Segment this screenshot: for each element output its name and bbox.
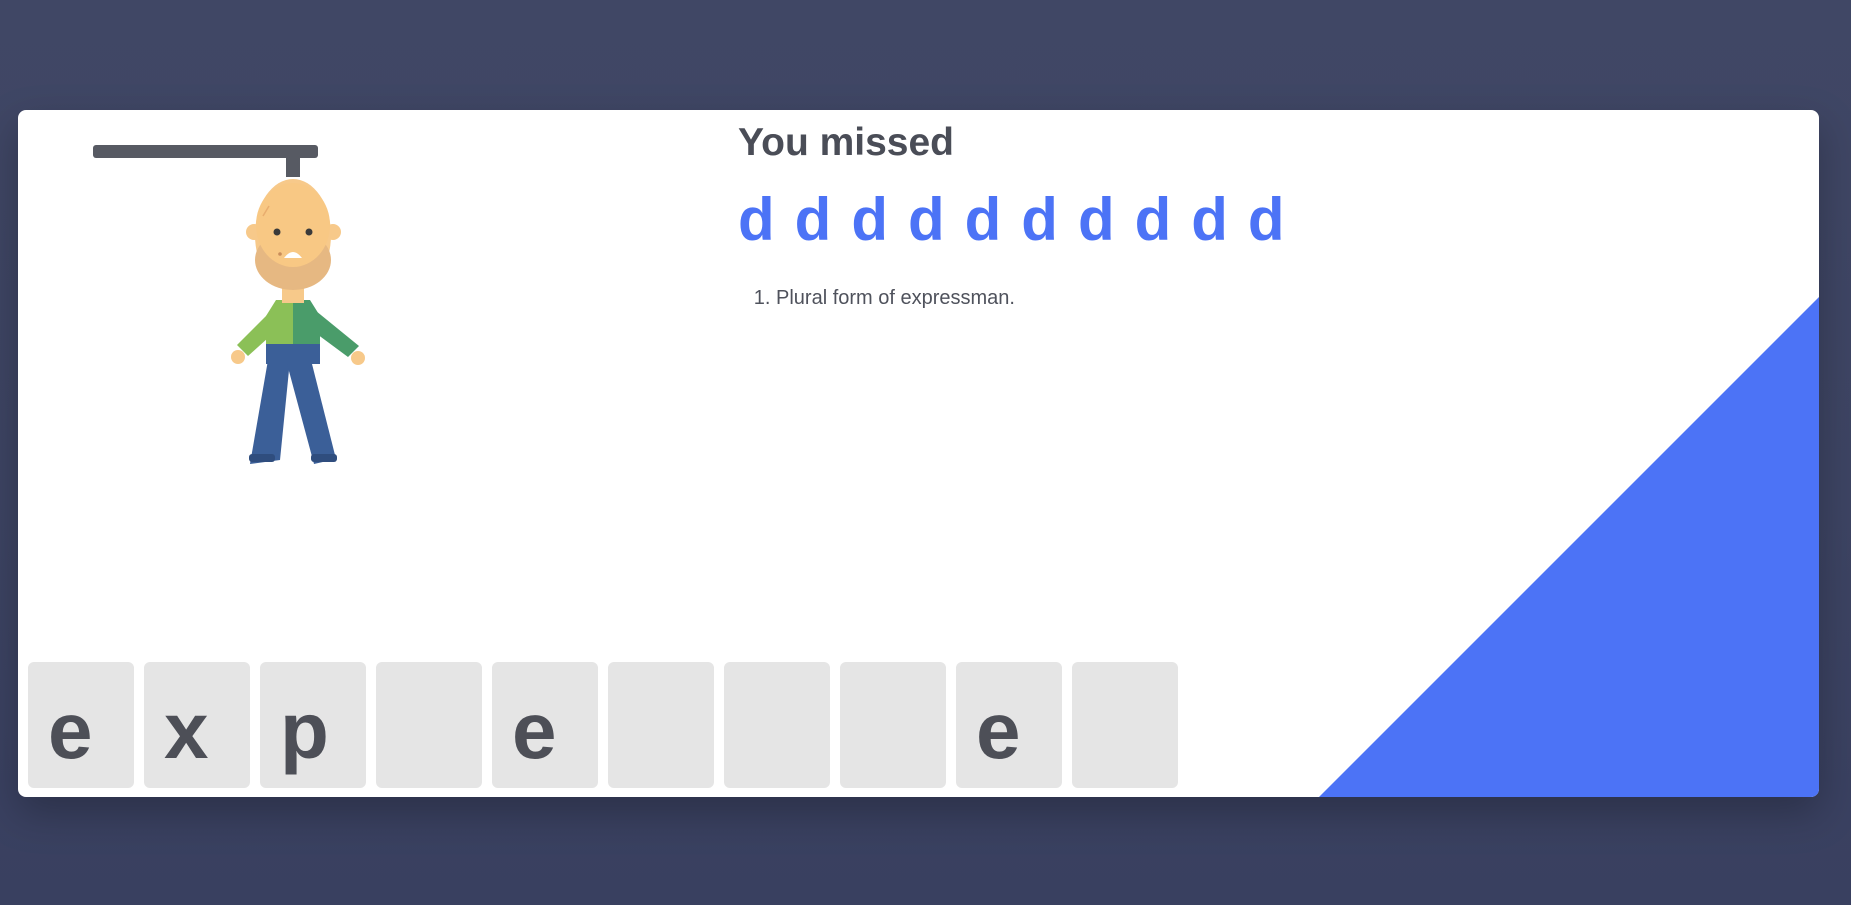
missed-letter: d <box>1134 185 1172 253</box>
missed-letters: d d d d d d d d d d <box>738 185 1438 255</box>
hint-list: Plural form of expressman. <box>738 285 1438 311</box>
slot-letter: e <box>976 686 1021 775</box>
shoes-left <box>249 454 275 462</box>
missed-letter: d <box>907 185 945 253</box>
game-card: You missed d d d d d d d d d d Plural fo… <box>18 110 1819 797</box>
letter-slot: e <box>956 662 1062 788</box>
letter-slot: p <box>260 662 366 788</box>
missed-letter: d <box>1191 185 1228 253</box>
letter-slot <box>724 662 830 788</box>
right-hand <box>351 351 365 365</box>
slot-letter: e <box>48 686 93 775</box>
missed-letter: d <box>1021 185 1058 253</box>
letter-slot: e <box>492 662 598 788</box>
game-info-panel: You missed d d d d d d d d d d Plural fo… <box>738 120 1438 311</box>
missed-letter: d <box>794 185 832 253</box>
letter-slot <box>1072 662 1178 788</box>
missed-letter: d <box>964 185 1002 253</box>
shirt-left <box>266 300 293 344</box>
word-slots: e x p e e <box>28 662 1178 788</box>
right-eye <box>305 228 313 236</box>
hangman-figure-icon <box>93 145 365 464</box>
slot-letter: e <box>512 686 557 775</box>
slot-letter: x <box>164 686 209 775</box>
letter-slot <box>608 662 714 788</box>
missed-letter: d <box>1077 185 1115 253</box>
hint-item: Plural form of expressman. <box>776 285 1438 311</box>
pants <box>266 342 320 364</box>
shirt-right <box>293 300 320 344</box>
missed-letter: d <box>738 185 775 253</box>
gallows-rope <box>286 155 300 177</box>
left-eye <box>273 228 281 236</box>
letter-slot <box>376 662 482 788</box>
missed-letter: d <box>1247 185 1285 253</box>
letter-slot: x <box>144 662 250 788</box>
right-leg <box>286 360 336 464</box>
gallows-beam <box>93 145 318 158</box>
left-leg <box>250 360 290 464</box>
missed-title: You missed <box>738 121 955 164</box>
letter-slot: e <box>28 662 134 788</box>
letter-slot <box>840 662 946 788</box>
left-hand <box>231 350 245 364</box>
missed-letter: d <box>851 185 888 253</box>
slot-letter: p <box>280 686 329 775</box>
shoes-right <box>311 454 337 462</box>
